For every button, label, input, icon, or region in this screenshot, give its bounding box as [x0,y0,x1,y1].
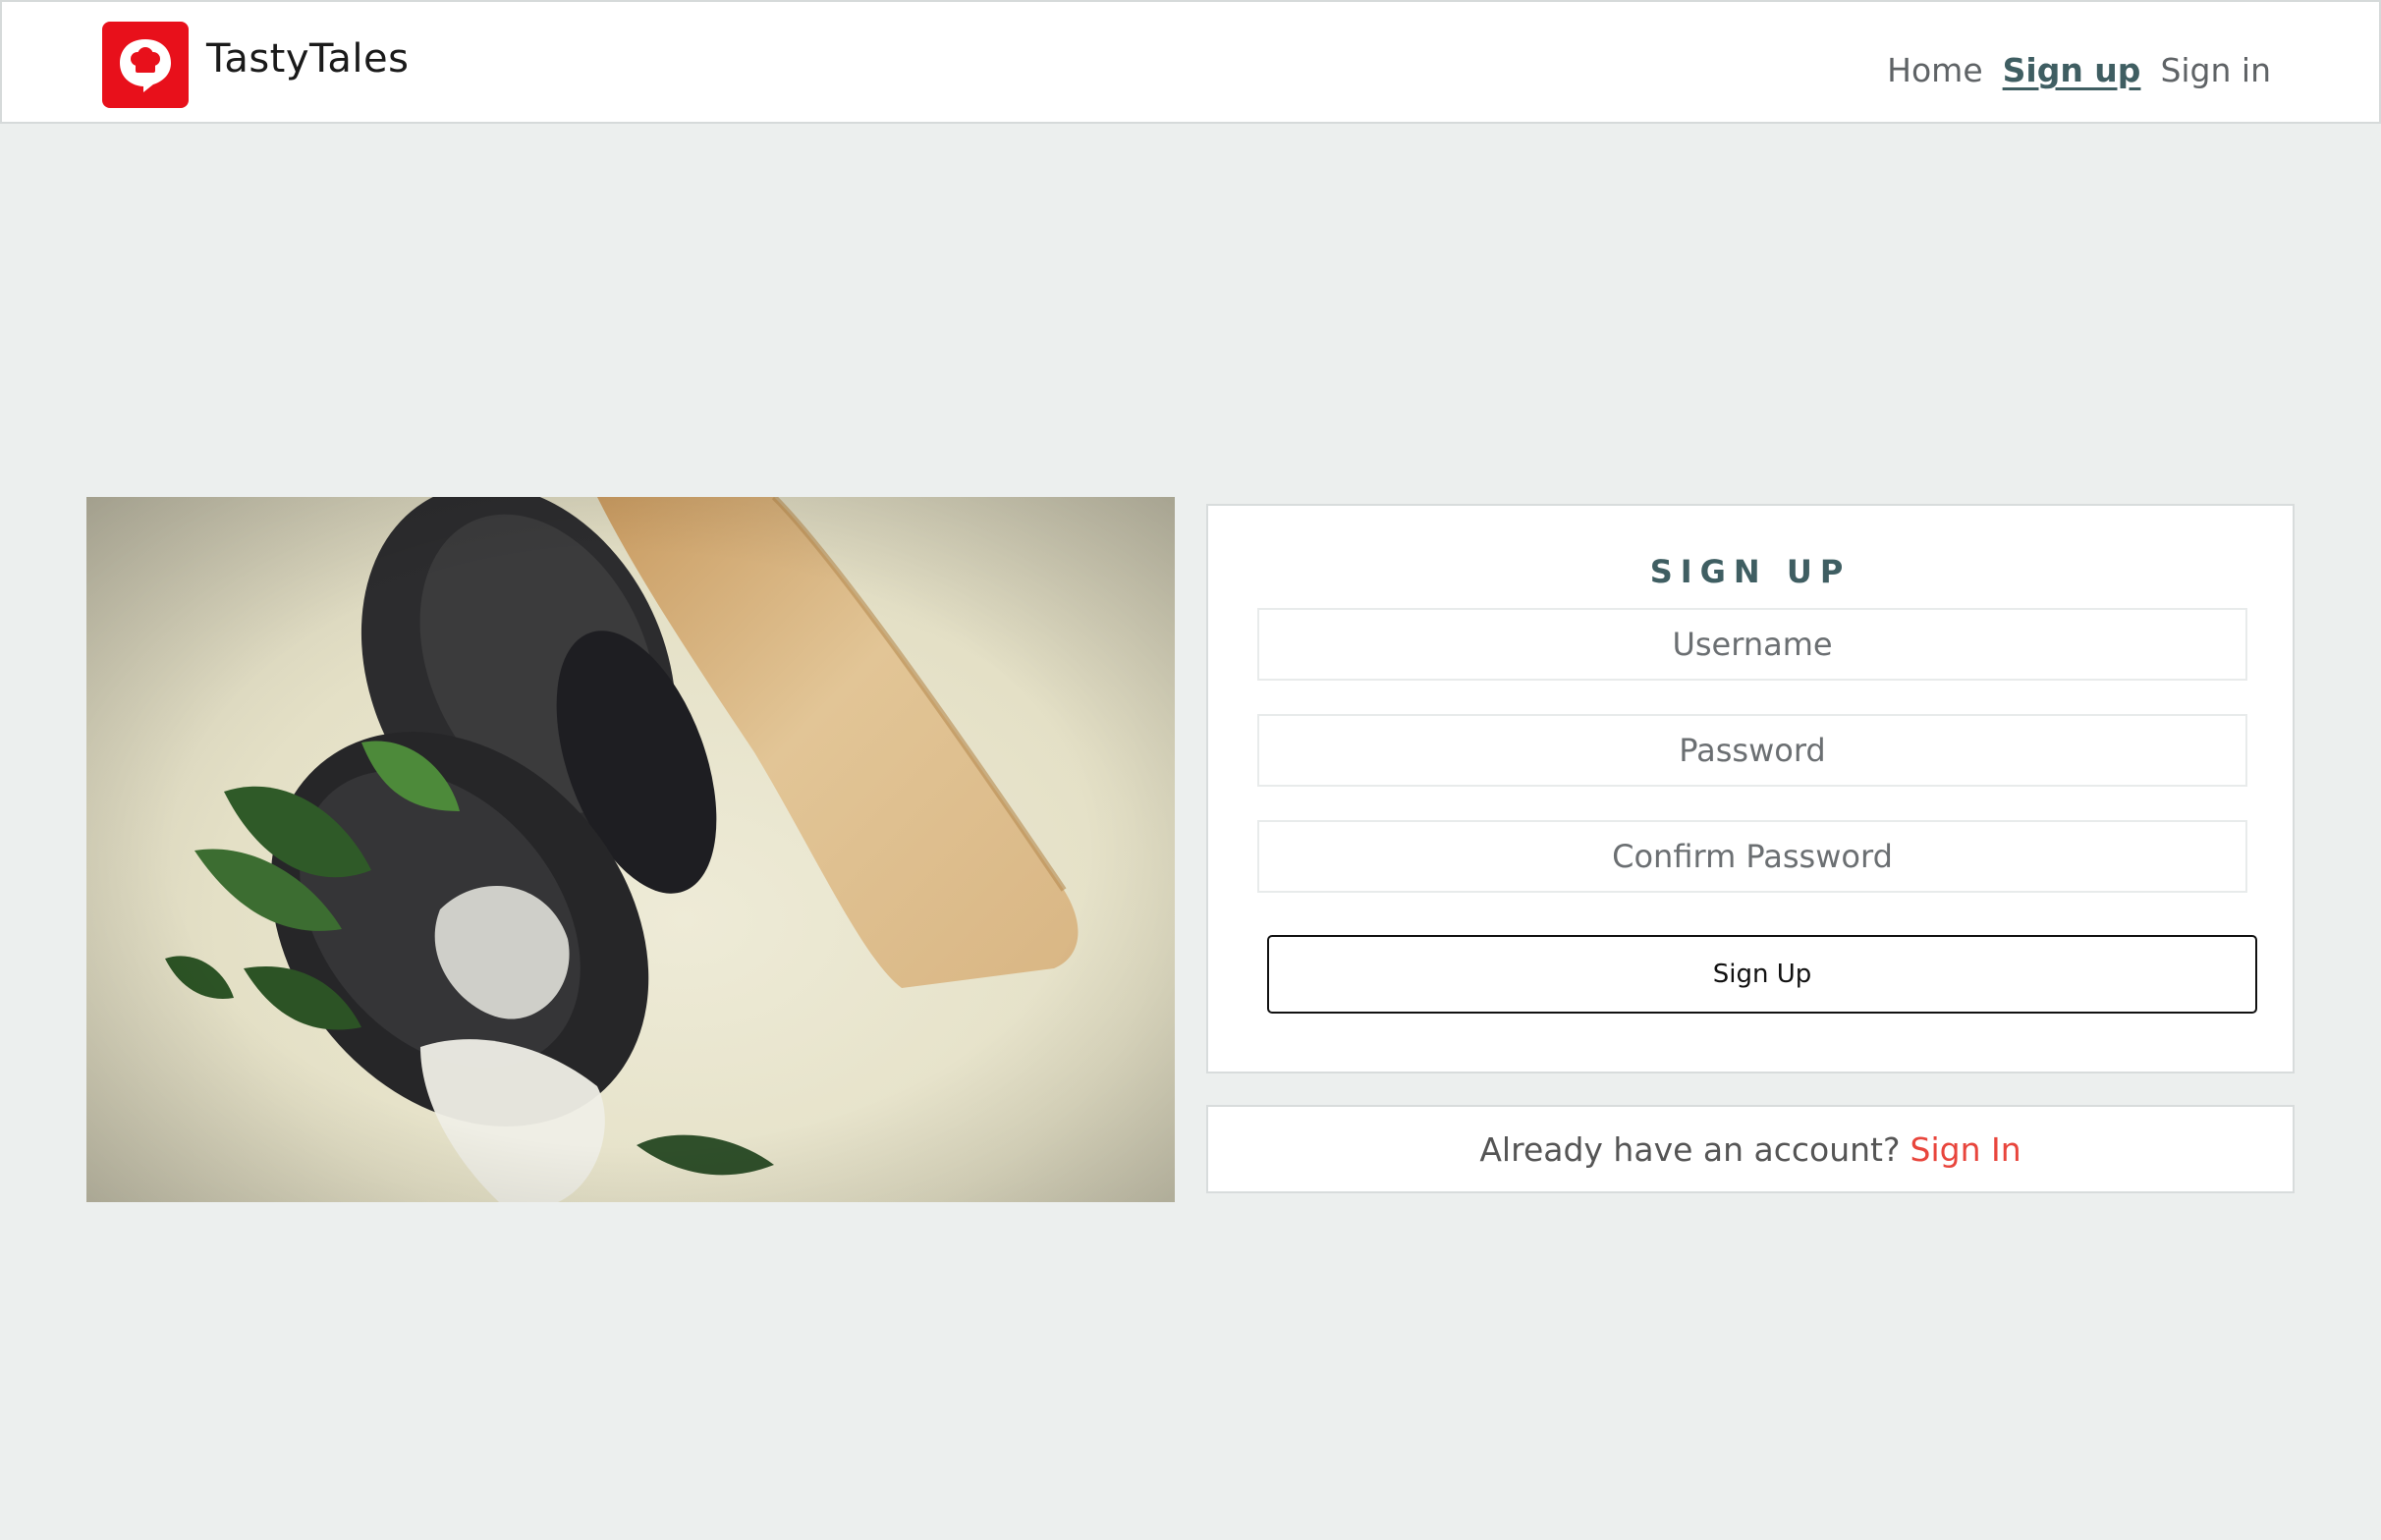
brand-name: TastyTales [206,36,410,82]
signup-card: SIGN UP Sign Up [1206,504,2295,1073]
username-input[interactable] [1257,608,2247,681]
top-navbar: TastyTales Home Sign up Sign in [0,0,2381,124]
chef-hat-logo-icon [102,22,189,108]
sign-in-link[interactable]: Sign In [1910,1130,2021,1169]
hero-food-image [86,497,1175,1202]
signin-prompt-card: Already have an account? Sign In [1206,1105,2295,1193]
confirm-password-input[interactable] [1257,820,2247,893]
main-nav: Home Sign up Sign in [1887,51,2271,89]
sign-up-button[interactable]: Sign Up [1267,935,2257,1014]
password-input[interactable] [1257,714,2247,787]
nav-signin-link[interactable]: Sign in [2160,51,2271,89]
nav-home-link[interactable]: Home [1887,51,1982,89]
nav-signup-link[interactable]: Sign up [2003,51,2141,89]
signin-prompt-text: Already have an account? [1479,1129,1901,1169]
brand[interactable]: TastyTales [102,22,409,108]
signup-title: SIGN UP [1649,553,1852,590]
